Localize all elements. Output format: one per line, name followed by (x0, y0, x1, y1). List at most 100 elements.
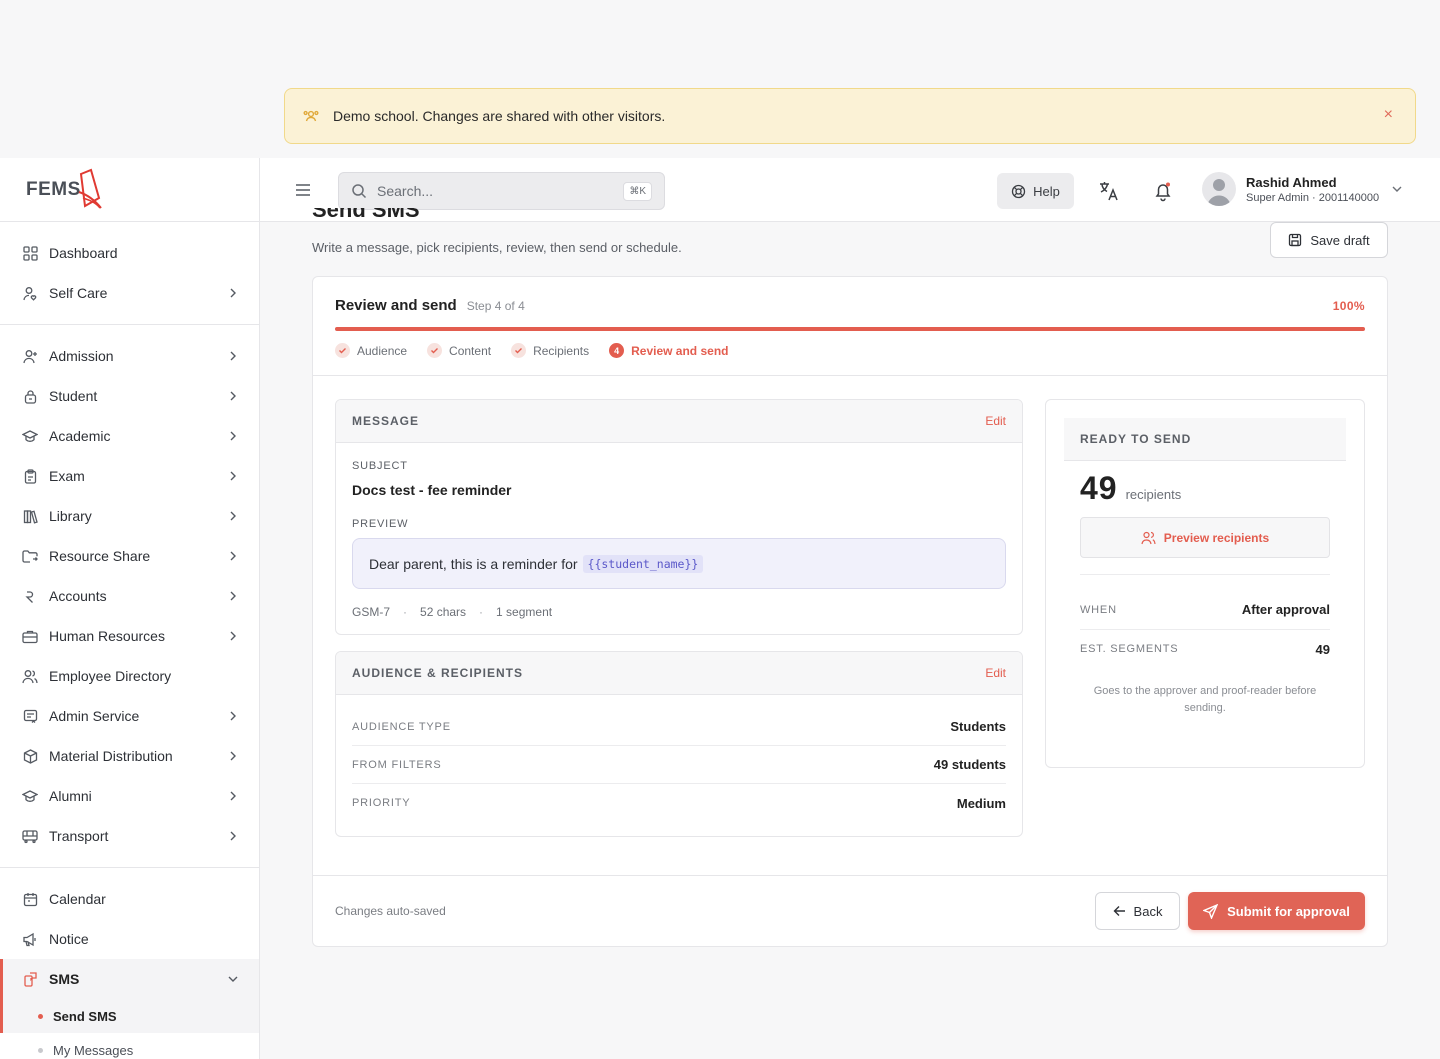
main-content: Send SMS Write a message, pick recipient… (260, 208, 1440, 1059)
message-meta: GSM-7 · 52 chars · 1 segment (352, 605, 552, 619)
row-key: PRIORITY (352, 797, 411, 809)
message-heading: MESSAGE (352, 414, 420, 428)
step-label: Audience (357, 343, 408, 358)
hamburger-menu-icon[interactable] (294, 182, 312, 198)
sidebar-item-academic[interactable]: Academic (0, 416, 259, 456)
sidebar-item-admission[interactable]: Admission (0, 336, 259, 376)
step-content[interactable]: Content (427, 343, 491, 358)
preview-recipients-label: Preview recipients (1163, 530, 1270, 545)
sidebar-item-dashboard[interactable]: Dashboard (0, 233, 259, 273)
sidebar-item-exam[interactable]: Exam (0, 456, 259, 496)
step-review-and-send[interactable]: 4 Review and send (609, 343, 728, 358)
sidebar-item-alumni[interactable]: Alumni (0, 776, 259, 816)
bell-icon[interactable] (1152, 180, 1174, 202)
briefcase-icon (22, 628, 38, 644)
search-input[interactable]: Search... ⌘K (338, 172, 665, 210)
search-shortcut-badge: ⌘K (623, 181, 652, 201)
sidebar: FEMS Dashboard Self Care Admission Stude… (0, 158, 260, 1059)
chevron-right-icon (230, 471, 236, 481)
close-icon[interactable]: × (1384, 106, 1393, 124)
chevron-right-icon (230, 351, 236, 361)
encoding-label: GSM-7 (352, 605, 391, 619)
step-label: Review and send (631, 343, 729, 358)
sidebar-item-sms[interactable]: SMS (0, 959, 259, 999)
sidebar-item-label: Transport (49, 828, 109, 844)
divider (1080, 574, 1330, 575)
folder-share-icon (22, 548, 38, 564)
demo-banner: Demo school. Changes are shared with oth… (284, 88, 1416, 144)
box-icon (22, 748, 38, 764)
save-draft-label: Save draft (1310, 232, 1370, 248)
row-value: 49 students (933, 757, 1006, 772)
chevron-right-icon (230, 391, 236, 401)
save-icon (1289, 233, 1302, 247)
save-draft-button[interactable]: Save draft (1270, 222, 1388, 258)
graduation-cap-icon (22, 428, 38, 444)
step-recipients[interactable]: Recipients (511, 343, 589, 358)
chevron-right-icon (230, 511, 236, 521)
preview-recipients-button[interactable]: Preview recipients (1080, 517, 1330, 558)
help-button[interactable]: Help (997, 173, 1074, 209)
bullet-dot (38, 1013, 43, 1019)
logo[interactable]: FEMS (0, 158, 259, 222)
lifebuoy-icon (1011, 184, 1026, 198)
back-button[interactable]: Back (1095, 892, 1180, 930)
separator: · (479, 605, 484, 619)
sidebar-item-transport[interactable]: Transport (0, 816, 259, 856)
chevron-right-icon (230, 711, 236, 721)
row-key: FROM FILTERS (352, 758, 442, 771)
wizard-header: Review and send Step 4 of 4 (335, 297, 525, 314)
priority-row: PRIORITY Medium (352, 784, 1006, 822)
recipient-count-number: 49 (1080, 470, 1118, 506)
edit-message-link[interactable]: Edit (985, 414, 1006, 428)
submit-label: Submit for approval (1227, 903, 1350, 919)
users-icon (1141, 531, 1156, 544)
sidebar-item-calendar[interactable]: Calendar (0, 879, 259, 919)
page-subtitle: Write a message, pick recipients, review… (312, 240, 682, 255)
search-placeholder: Search... (377, 183, 434, 199)
sidebar-item-label: SMS (49, 971, 80, 987)
submit-for-approval-button[interactable]: Submit for approval (1188, 892, 1365, 930)
recipient-count-unit: recipients (1125, 487, 1182, 502)
row-value: Medium (956, 795, 1006, 811)
progress-fill (335, 327, 1365, 331)
graduation-cap-icon (22, 788, 38, 804)
sidebar-item-label: Exam (49, 468, 85, 484)
sidebar-item-self-care[interactable]: Self Care (0, 273, 259, 313)
sidebar-item-material-distribution[interactable]: Material Distribution (0, 736, 259, 776)
edit-audience-link[interactable]: Edit (985, 666, 1006, 680)
sidebar-item-resource-share[interactable]: Resource Share (0, 536, 259, 576)
message-panel: MESSAGE Edit SUBJECT Docs test - fee rem… (335, 399, 1023, 635)
sidebar-subitem-my-messages[interactable]: My Messages (0, 1033, 259, 1059)
sidebar-item-human-resources[interactable]: Human Resources (0, 616, 259, 656)
sidebar-item-employee-directory[interactable]: Employee Directory (0, 656, 259, 696)
admin-service-icon (22, 708, 38, 724)
user-menu[interactable]: Rashid Ahmed Super Admin · 2001140000 (1202, 172, 1403, 206)
chevron-down-icon (1392, 186, 1402, 192)
sidebar-item-library[interactable]: Library (0, 496, 259, 536)
autosave-status: Changes auto-saved (335, 904, 446, 918)
user-info: Rashid Ahmed Super Admin · 2001140000 (1246, 175, 1379, 204)
step-audience[interactable]: Audience (335, 343, 407, 358)
audience-panel-header: AUDIENCE & RECIPIENTS Edit (336, 652, 1022, 695)
separator: · (403, 605, 408, 619)
sidebar-item-notice[interactable]: Notice (0, 919, 259, 959)
sidebar-item-student[interactable]: Student (0, 376, 259, 416)
bus-icon (22, 828, 38, 844)
check-icon (335, 343, 350, 358)
check-icon (511, 343, 527, 358)
sidebar-item-label: Dashboard (49, 245, 118, 261)
progress-percent: 100% (1332, 299, 1365, 313)
avatar (1202, 172, 1236, 206)
calendar-icon (22, 891, 38, 907)
sidebar-item-label: Notice (49, 931, 89, 947)
sidebar-item-admin-service[interactable]: Admin Service (0, 696, 259, 736)
sidebar-item-label: Human Resources (49, 628, 165, 644)
users-icon (22, 668, 38, 684)
sidebar-subitem-send-sms[interactable]: Send SMS (0, 999, 259, 1033)
nav-group-modules: Admission Student Academic Exam Library … (0, 325, 259, 868)
segments-label: EST. SEGMENTS (1080, 643, 1179, 655)
sidebar-subitem-label: Send SMS (53, 1008, 117, 1024)
translate-icon[interactable] (1098, 180, 1120, 202)
sidebar-item-accounts[interactable]: Accounts (0, 576, 259, 616)
